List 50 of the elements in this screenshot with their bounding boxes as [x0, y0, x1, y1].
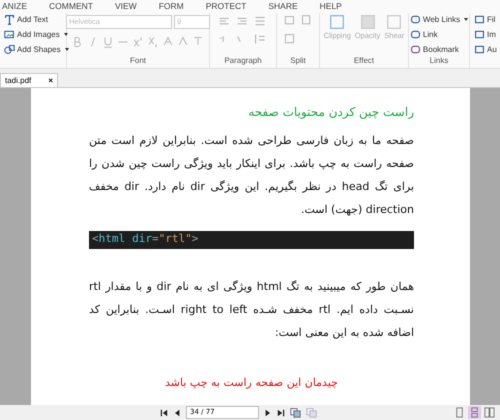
insert-tool[interactable]: Add Text [4, 13, 69, 26]
effect-icon [358, 13, 377, 31]
menu-item[interactable]: FORM [158, 2, 184, 10]
last-page-button[interactable] [277, 408, 285, 416]
image-icon [4, 29, 15, 40]
menu-item[interactable]: VIEW [114, 2, 137, 10]
next-page-button[interactable] [264, 408, 272, 416]
caret-icon [64, 33, 68, 36]
link-icon [410, 14, 421, 25]
tool-icon [474, 44, 485, 55]
paragraph: همان طور که میبینید به تگ html ویژگی ای به نام dir و با مقدار rtl نسـبت داده ایم. rtl مخفف شـده right to left اسـت. بنابراین کد اضافه شده به این معنی است: [89, 279, 414, 341]
caret-icon [464, 18, 468, 21]
tool-icon [474, 14, 485, 25]
menu-item[interactable]: PROTECT [206, 2, 246, 10]
view-mode-button[interactable] [483, 406, 496, 419]
view-mode-button[interactable] [468, 406, 481, 419]
effect-icon [328, 13, 346, 31]
group-label: Split [289, 56, 307, 65]
paragraph: صفحه ما به زبان فارسی طراحی شده است. بنابراین لازم است متن صفحه راست به چپ باشد. برای اینکار باید ویژگی راست چین شدن را برای تگ head در نظر بگیریم. این ویژگی dir نام دارد. dir مخفف direction (جهت) است. [89, 133, 414, 218]
group-label: Effect [352, 56, 376, 65]
insert-tool[interactable]: Add Shapes [4, 43, 69, 56]
menu-item[interactable]: HELP [320, 2, 342, 10]
insert-tool[interactable]: Add Images [4, 28, 69, 41]
previous-page-button[interactable] [173, 408, 181, 416]
link-tool[interactable]: Bookmark [410, 43, 468, 56]
document-tab[interactable]: tadi.pdf × [0, 73, 58, 87]
note-text: چیدمان این صفحه راست به چپ باشد [164, 376, 339, 389]
toolbar-tool[interactable]: Im [474, 28, 497, 41]
first-page-button[interactable] [160, 408, 168, 416]
tool-icon [474, 29, 485, 40]
toolbar-tool[interactable]: Fil [474, 13, 497, 26]
group-label: Paragraph [223, 56, 263, 65]
heading: راست چین کردن محتویات صفحه [247, 105, 414, 119]
link-icon [410, 44, 421, 55]
code-block: <html dir="rtl"> [89, 231, 414, 249]
pages-icon[interactable] [290, 407, 301, 418]
close-button[interactable]: × [48, 76, 53, 85]
menu-item[interactable]: COMMENT [49, 2, 93, 10]
link-icon [410, 29, 421, 40]
shapes-icon [4, 44, 15, 55]
group-label: Font [128, 56, 147, 65]
toolbar-tool[interactable]: Au [474, 43, 497, 56]
menu-item[interactable]: SHARE [268, 2, 298, 10]
link-tool[interactable]: Link [410, 28, 468, 41]
group-label: Links [428, 56, 450, 65]
effect-icon [385, 13, 404, 31]
menu-item[interactable]: ANIZE [2, 2, 28, 10]
text-icon [4, 14, 15, 25]
link-tool[interactable]: Web Links [410, 13, 468, 26]
caret-icon [64, 48, 69, 51]
